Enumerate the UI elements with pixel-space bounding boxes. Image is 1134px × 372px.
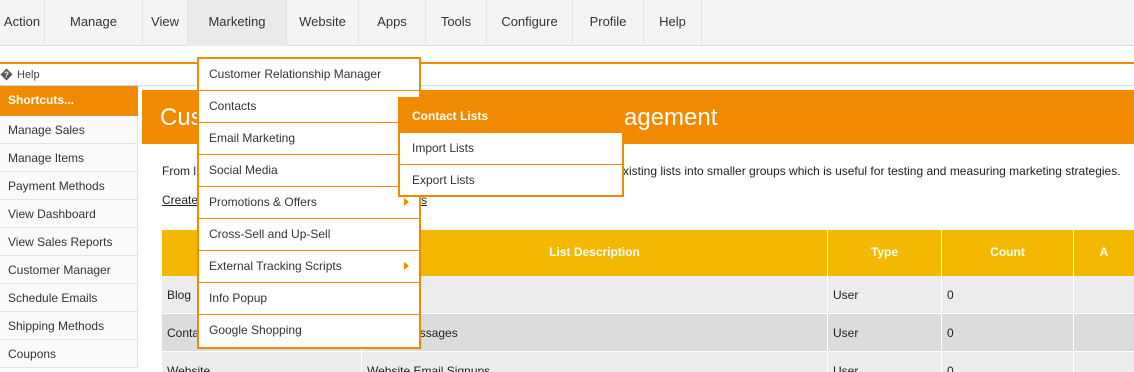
cell-actions[interactable] xyxy=(1074,276,1134,314)
table-row[interactable]: Website Website Email Signups User 0 xyxy=(162,352,1134,372)
page-title-continued: agement xyxy=(624,104,718,131)
cell-count: 0 xyxy=(942,276,1074,314)
menu-item-social-media[interactable]: Social Media xyxy=(199,155,419,187)
help-label[interactable]: Help xyxy=(17,69,40,81)
create-list-link[interactable]: Create xyxy=(162,193,198,207)
menu-item-cross-sell[interactable]: Cross-Sell and Up-Sell xyxy=(199,219,419,251)
cell-name: Website xyxy=(162,352,362,372)
sidebar-item-manage-items[interactable]: Manage Items xyxy=(0,144,138,172)
menu-tools[interactable]: Tools xyxy=(426,0,487,46)
svg-text:?: ? xyxy=(4,71,9,80)
cell-actions[interactable] xyxy=(1074,314,1134,352)
sidebar-item-coupons[interactable]: Coupons xyxy=(0,340,138,368)
menu-item-google-shopping[interactable]: Google Shopping xyxy=(199,315,419,347)
menu-manage[interactable]: Manage xyxy=(45,0,143,46)
cell-count: 0 xyxy=(942,314,1074,352)
sidebar-item-schedule-emails[interactable]: Schedule Emails xyxy=(0,284,138,312)
sidebar-item-view-sales-reports[interactable]: View Sales Reports xyxy=(0,228,138,256)
help-bar: ? Help xyxy=(0,62,1134,86)
cell-description: ontact Messages xyxy=(362,314,828,352)
menu-profile[interactable]: Profile xyxy=(573,0,644,46)
menu-apps[interactable]: Apps xyxy=(359,0,426,46)
menu-help[interactable]: Help xyxy=(644,0,702,46)
menu-item-crm[interactable]: Customer Relationship Manager xyxy=(199,59,419,91)
menu-view[interactable]: View xyxy=(143,0,188,46)
menu-marketing[interactable]: Marketing xyxy=(188,0,287,46)
menu-website[interactable]: Website xyxy=(287,0,359,46)
sidebar: Shortcuts... Manage Sales Manage Items P… xyxy=(0,86,138,372)
submenu-item-import-lists[interactable]: Import Lists xyxy=(400,133,622,165)
cell-actions[interactable] xyxy=(1074,352,1134,372)
marketing-dropdown: Customer Relationship Manager Contacts E… xyxy=(197,57,421,349)
menu-item-external-tracking-label: External Tracking Scripts xyxy=(209,259,342,273)
submenu-item-contact-lists[interactable]: Contact Lists xyxy=(400,99,622,133)
cell-type: User xyxy=(828,314,942,352)
sidebar-item-view-dashboard[interactable]: View Dashboard xyxy=(0,200,138,228)
menu-item-email-marketing[interactable]: Email Marketing xyxy=(199,123,419,155)
shortcuts-header[interactable]: Shortcuts... xyxy=(0,86,138,116)
sidebar-item-payment-methods[interactable]: Payment Methods xyxy=(0,172,138,200)
menu-item-external-tracking[interactable]: External Tracking Scripts xyxy=(199,251,419,283)
page-description-continued: xisting lists into smaller groups which … xyxy=(623,164,1121,178)
col-header-actions[interactable]: A xyxy=(1074,230,1134,276)
menu-action[interactable]: Action xyxy=(0,0,45,46)
cell-type: User xyxy=(828,352,942,372)
submenu-item-export-lists[interactable]: Export Lists xyxy=(400,165,622,197)
contacts-submenu: Contact Lists Import Lists Export Lists xyxy=(398,97,624,197)
help-icon[interactable]: ? xyxy=(0,68,13,81)
cell-type: User xyxy=(828,276,942,314)
sidebar-item-manage-sales[interactable]: Manage Sales xyxy=(0,116,138,144)
col-header-type[interactable]: Type xyxy=(828,230,942,276)
menu-item-promotions-label: Promotions & Offers xyxy=(209,195,317,209)
cell-count: 0 xyxy=(942,352,1074,372)
chevron-right-icon xyxy=(404,262,409,270)
col-header-description[interactable]: List Description xyxy=(362,230,828,276)
col-header-count[interactable]: Count xyxy=(942,230,1074,276)
cell-description: Website Email Signups xyxy=(362,352,828,372)
menu-item-promotions[interactable]: Promotions & Offers xyxy=(199,187,419,219)
sidebar-item-shipping-methods[interactable]: Shipping Methods xyxy=(0,312,138,340)
sidebar-item-customer-manager[interactable]: Customer Manager xyxy=(0,256,138,284)
menu-item-contacts[interactable]: Contacts xyxy=(199,91,419,123)
chevron-right-icon xyxy=(404,198,409,206)
cell-description: l Signups xyxy=(362,276,828,314)
menu-item-info-popup[interactable]: Info Popup xyxy=(199,283,419,315)
top-menu-bar: Action Manage View Marketing Website App… xyxy=(0,0,1134,46)
page-description: From l xyxy=(162,164,196,178)
menu-configure[interactable]: Configure xyxy=(487,0,573,46)
